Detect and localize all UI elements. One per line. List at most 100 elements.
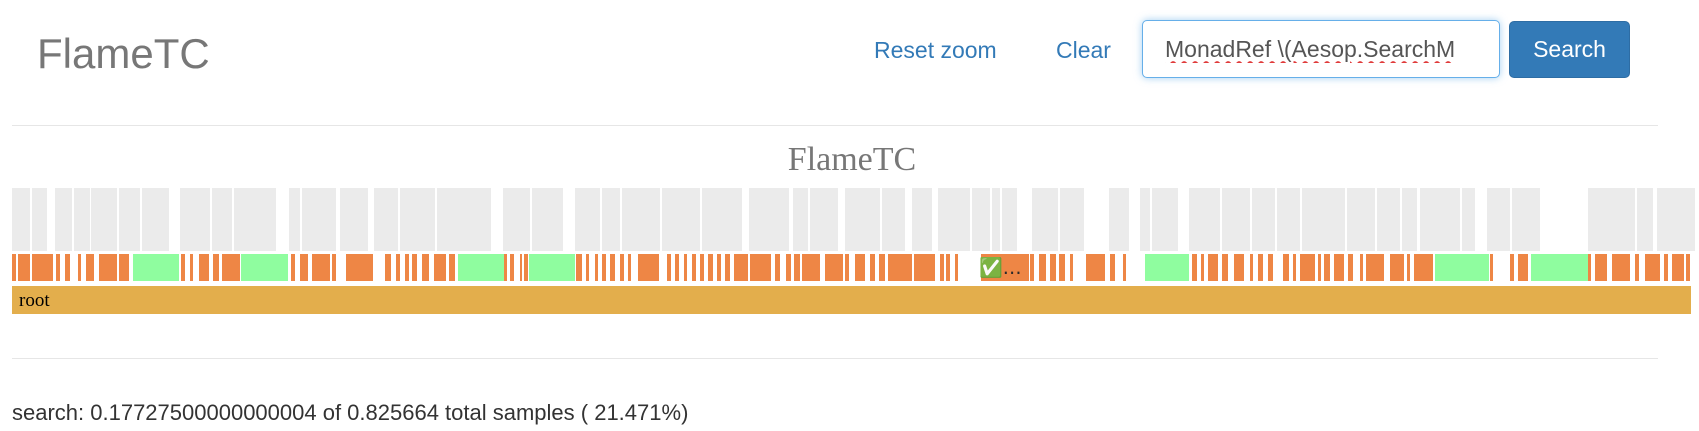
root-frame[interactable] bbox=[12, 286, 1691, 314]
flame-frame[interactable] bbox=[1414, 254, 1433, 281]
flame-frame[interactable] bbox=[1201, 254, 1204, 281]
flame-frame[interactable] bbox=[1672, 254, 1684, 281]
flame-frame[interactable] bbox=[750, 254, 771, 281]
faded-frame-gap[interactable] bbox=[1058, 188, 1060, 251]
flame-frame[interactable] bbox=[1283, 254, 1289, 281]
flame-frame[interactable] bbox=[825, 254, 843, 281]
matched-frame[interactable] bbox=[133, 254, 179, 281]
flame-frame[interactable] bbox=[346, 254, 373, 281]
faded-frame[interactable] bbox=[1588, 188, 1635, 251]
faded-frame-gap[interactable] bbox=[530, 188, 532, 251]
flame-frame[interactable] bbox=[1208, 254, 1218, 281]
matched-frame[interactable] bbox=[1435, 254, 1489, 281]
flame-frame[interactable] bbox=[879, 254, 885, 281]
flame-frame[interactable] bbox=[1258, 254, 1263, 281]
faded-frame-gap[interactable] bbox=[1220, 188, 1222, 251]
flame-frame[interactable] bbox=[1324, 254, 1330, 281]
matched-frame[interactable] bbox=[529, 254, 575, 281]
flame-frame[interactable] bbox=[396, 254, 400, 281]
matched-frame[interactable] bbox=[241, 254, 288, 281]
faded-frame[interactable] bbox=[972, 188, 1017, 251]
flame-frame[interactable] bbox=[576, 254, 582, 281]
flame-frame[interactable] bbox=[1664, 254, 1668, 281]
flame-frame[interactable] bbox=[99, 254, 117, 281]
faded-frame[interactable] bbox=[1109, 188, 1129, 251]
flame-frame[interactable] bbox=[199, 254, 209, 281]
flame-frame[interactable] bbox=[602, 254, 606, 281]
flame-frame[interactable] bbox=[1612, 254, 1630, 281]
faded-frame[interactable] bbox=[938, 188, 970, 251]
flame-frame[interactable] bbox=[940, 254, 944, 281]
flame-frame[interactable] bbox=[700, 254, 704, 281]
faded-frame[interactable] bbox=[503, 188, 563, 251]
flame-frame[interactable] bbox=[32, 254, 53, 281]
flame-frame[interactable] bbox=[222, 254, 240, 281]
faded-frame[interactable] bbox=[749, 188, 789, 251]
flame-frame[interactable] bbox=[332, 254, 336, 281]
flame-frame[interactable] bbox=[692, 254, 696, 281]
flame-frame[interactable] bbox=[620, 254, 624, 281]
faded-frame[interactable] bbox=[622, 188, 742, 251]
flame-frame[interactable] bbox=[1518, 254, 1528, 281]
flame-frame[interactable] bbox=[1334, 254, 1344, 281]
flame-frame[interactable] bbox=[638, 254, 659, 281]
flame-frame[interactable] bbox=[524, 254, 528, 281]
flame-frame[interactable] bbox=[434, 254, 446, 281]
faded-frame[interactable] bbox=[340, 188, 368, 251]
flame-frame[interactable] bbox=[675, 254, 679, 281]
flame-frame[interactable] bbox=[1595, 254, 1607, 281]
flame-frame[interactable] bbox=[1318, 254, 1321, 281]
flame-frame[interactable] bbox=[312, 254, 330, 281]
flame-frame[interactable] bbox=[855, 254, 865, 281]
flame-frame[interactable] bbox=[586, 254, 589, 281]
faded-frame-gap[interactable] bbox=[1510, 188, 1512, 251]
faded-frame[interactable] bbox=[1189, 188, 1275, 251]
faded-frame-gap[interactable] bbox=[600, 188, 602, 251]
flame-frame[interactable] bbox=[300, 254, 308, 281]
flame-frame[interactable] bbox=[1293, 254, 1296, 281]
faded-frame[interactable] bbox=[575, 188, 620, 251]
faded-frame-gap[interactable] bbox=[1000, 188, 1002, 251]
faded-frame-gap[interactable] bbox=[1400, 188, 1402, 251]
faded-frame[interactable] bbox=[12, 188, 47, 251]
faded-frame-gap[interactable] bbox=[1345, 188, 1347, 251]
faded-frame-gap[interactable] bbox=[1560, 188, 1562, 251]
flame-frame[interactable] bbox=[870, 254, 875, 281]
faded-frame[interactable] bbox=[180, 188, 276, 251]
flame-frame[interactable] bbox=[56, 254, 60, 281]
flame-frame[interactable] bbox=[955, 254, 958, 281]
faded-frame[interactable] bbox=[1140, 188, 1178, 251]
flame-frame[interactable] bbox=[1086, 254, 1105, 281]
flame-frame[interactable] bbox=[385, 254, 391, 281]
flame-frame[interactable] bbox=[775, 254, 780, 281]
faded-frame-gap[interactable] bbox=[1300, 188, 1302, 251]
faded-frame[interactable] bbox=[374, 188, 491, 251]
faded-frame-gap[interactable] bbox=[1460, 188, 1462, 251]
flame-frame[interactable] bbox=[717, 254, 721, 281]
flame-frame[interactable] bbox=[1635, 254, 1639, 281]
flame-frame[interactable] bbox=[1070, 254, 1073, 281]
flame-frame[interactable] bbox=[794, 254, 800, 281]
faded-frame[interactable] bbox=[1687, 188, 1691, 251]
faded-frame[interactable] bbox=[289, 188, 336, 251]
flame-frame[interactable] bbox=[422, 254, 429, 281]
flame-frame[interactable] bbox=[1192, 254, 1197, 281]
faded-frame-gap[interactable] bbox=[210, 188, 212, 251]
faded-frame[interactable] bbox=[119, 188, 169, 251]
flame-frame[interactable] bbox=[888, 254, 912, 281]
flame-frame[interactable] bbox=[1390, 254, 1404, 281]
flame-frame[interactable] bbox=[628, 254, 631, 281]
flame-frame[interactable] bbox=[1123, 254, 1126, 281]
flame-frame[interactable] bbox=[914, 254, 935, 281]
faded-frame-gap[interactable] bbox=[808, 188, 810, 251]
flame-frame[interactable] bbox=[802, 254, 820, 281]
flame-frame[interactable] bbox=[786, 254, 791, 281]
faded-frame[interactable] bbox=[1377, 188, 1417, 251]
faded-frame-gap[interactable] bbox=[90, 188, 91, 251]
flame-frame[interactable] bbox=[1348, 254, 1353, 281]
flame-frame[interactable] bbox=[1645, 254, 1660, 281]
flame-frame[interactable] bbox=[412, 254, 417, 281]
faded-frame-gap[interactable] bbox=[435, 188, 437, 251]
flame-frame[interactable] bbox=[1039, 254, 1046, 281]
faded-frame-gap[interactable] bbox=[880, 188, 882, 251]
